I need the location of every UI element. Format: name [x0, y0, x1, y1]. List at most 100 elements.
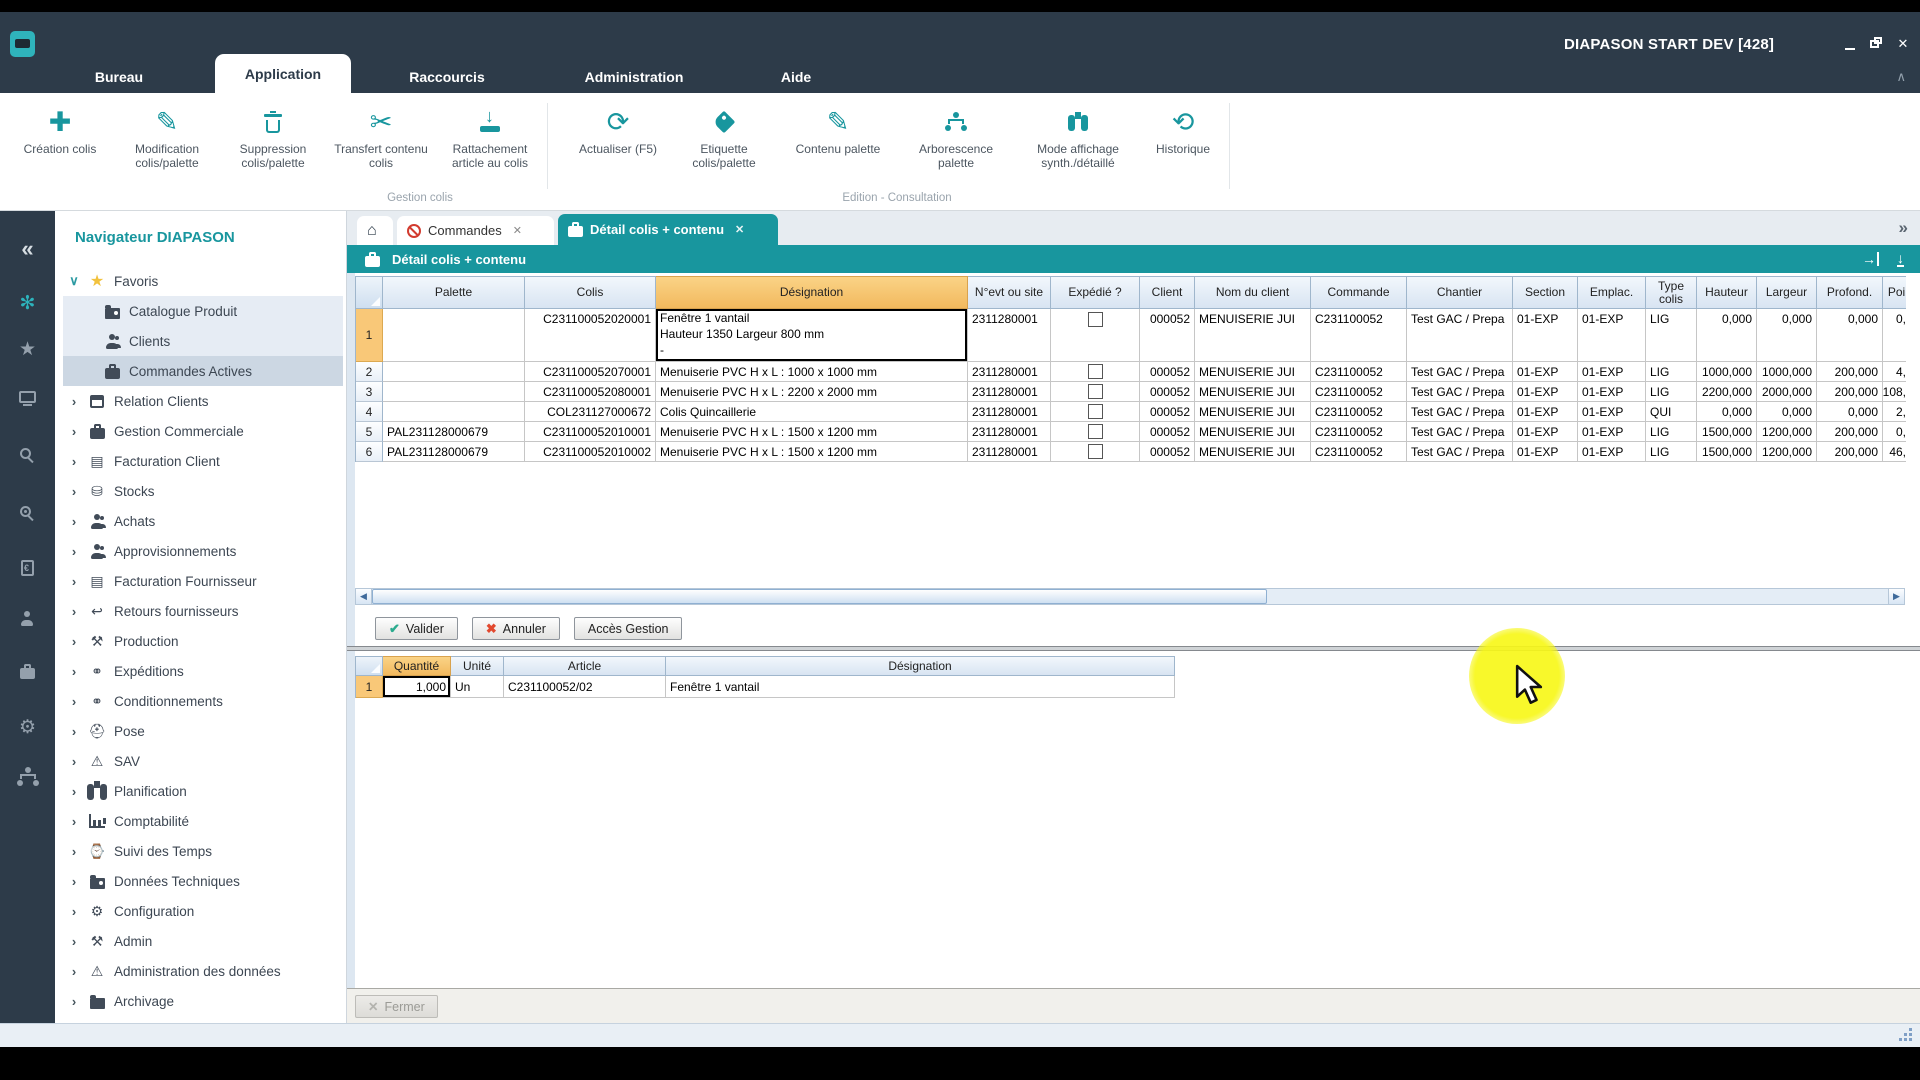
grid-cell[interactable]: Un [451, 676, 504, 698]
export-down-icon[interactable]: ↓ [1897, 252, 1904, 267]
grid-cell[interactable]: 000052 [1140, 309, 1195, 362]
sidebar-item[interactable]: Commandes Actives [63, 356, 343, 386]
grid-cell[interactable]: 0,000 [1817, 402, 1883, 422]
checkbox[interactable] [1088, 424, 1103, 439]
grid-cell[interactable]: C231100052080001 [525, 382, 656, 402]
grid-cell[interactable]: 1000,000 [1697, 362, 1757, 382]
ribbon-item[interactable]: Suppression colis/palette [219, 105, 327, 170]
grid-cell[interactable]: Fenêtre 1 vantail [666, 676, 1175, 698]
chevron-right-icon[interactable]: › [63, 544, 85, 559]
grid-cell[interactable]: Colis Quincaillerie [656, 402, 968, 422]
grid-cell[interactable] [1051, 309, 1140, 362]
row-number-cell[interactable]: 1 [356, 309, 383, 362]
grid-cell[interactable]: 000052 [1140, 422, 1195, 442]
grid-cell[interactable]: C231100052 [1311, 422, 1407, 442]
ribbon-item[interactable]: ⟲Historique [1129, 105, 1237, 156]
grid-cell[interactable]: 2, [1883, 402, 1906, 422]
chevron-right-icon[interactable]: › [63, 604, 85, 619]
checkbox[interactable] [1088, 384, 1103, 399]
grid-cell[interactable]: 01-EXP [1513, 362, 1578, 382]
chevron-right-icon[interactable]: › [63, 964, 85, 979]
sidebar-item[interactable]: ›Gestion Commerciale [63, 416, 343, 446]
chevron-right-icon[interactable]: › [63, 784, 85, 799]
tab-home[interactable]: ⌂ [357, 216, 393, 245]
sidebar-item[interactable]: ›⛁Stocks [63, 476, 343, 506]
grid-cell[interactable]: 2000,000 [1757, 382, 1817, 402]
column-header[interactable]: Hauteur [1697, 276, 1757, 309]
sidebar-item[interactable]: ›Comptabilité [63, 806, 343, 836]
ribbon-item[interactable]: ✂Transfert contenu colis [327, 105, 435, 170]
grid-cell[interactable] [383, 402, 525, 422]
sidebar-item[interactable]: ›⚭Expéditions [63, 656, 343, 686]
sidebar-item[interactable]: ∨★Favoris [63, 266, 343, 296]
chevron-right-icon[interactable]: › [63, 574, 85, 589]
goto-last-icon[interactable]: → [1862, 252, 1879, 266]
grid-cell[interactable]: 01-EXP [1578, 422, 1646, 442]
grid-cell[interactable]: LIG [1646, 362, 1697, 382]
column-header[interactable]: Emplac. [1578, 276, 1646, 309]
grid-cell[interactable]: Test GAC / Prepa [1407, 402, 1513, 422]
sidebar-item[interactable]: ›Archivage [63, 986, 343, 1016]
rail-search[interactable] [0, 442, 55, 468]
grid-cell[interactable]: LIG [1646, 309, 1697, 362]
grid-cell[interactable]: Test GAC / Prepa [1407, 382, 1513, 402]
menu-tab-aide[interactable]: Aide [756, 61, 836, 93]
grid-cell[interactable]: PAL231128000679 [383, 442, 525, 462]
grid-cell[interactable]: 200,000 [1817, 422, 1883, 442]
grid-cell[interactable]: Menuiserie PVC H x L : 1500 x 1200 mm [656, 442, 968, 462]
chevron-right-icon[interactable]: › [63, 874, 85, 889]
grid-cell[interactable]: C231100052010001 [525, 422, 656, 442]
chevron-right-icon[interactable]: › [63, 724, 85, 739]
chevron-right-icon[interactable]: › [63, 664, 85, 679]
grid-cell[interactable]: 01-EXP [1513, 382, 1578, 402]
grid-cell[interactable]: 0, [1883, 309, 1906, 362]
sidebar-item[interactable]: ›⛑Pose [63, 716, 343, 746]
sidebar-item[interactable]: ›Achats [63, 506, 343, 536]
rail-desktop[interactable] [0, 386, 55, 412]
rail-search-location[interactable] [0, 500, 55, 526]
menu-tab-bureau[interactable]: Bureau [59, 61, 179, 93]
grid-cell[interactable]: 1500,000 [1697, 442, 1757, 462]
grid-cell[interactable]: 01-EXP [1578, 309, 1646, 362]
grid-cell[interactable]: 200,000 [1817, 382, 1883, 402]
valider-button[interactable]: ✔ Valider [375, 617, 458, 640]
grid-cell[interactable]: 000052 [1140, 382, 1195, 402]
fermer-button[interactable]: ✕ Fermer [355, 995, 438, 1018]
rail-dashboard[interactable]: ✻ [0, 290, 55, 316]
grid-cell[interactable]: 0,000 [1757, 309, 1817, 362]
row-number-cell[interactable]: 3 [356, 382, 383, 402]
grid-cell[interactable]: Menuiserie PVC H x L : 1000 x 1000 mm [656, 362, 968, 382]
sidebar-item[interactable]: ›▤Facturation Fournisseur [63, 566, 343, 596]
grid-cell[interactable]: Menuiserie PVC H x L : 2200 x 2000 mm [656, 382, 968, 402]
grid-cell[interactable] [1051, 382, 1140, 402]
sidebar-item[interactable]: ›⚠Administration des données [63, 956, 343, 986]
grid-cell[interactable]: 1000,000 [1757, 362, 1817, 382]
grid-cell[interactable]: COL231127000672 [525, 402, 656, 422]
column-header[interactable]: Chantier [1407, 276, 1513, 309]
ribbon-item[interactable]: Mode affichage synth./détaillé [1024, 105, 1132, 170]
minimize-button[interactable] [1840, 35, 1860, 53]
sidebar-item[interactable]: ›Relation Clients [63, 386, 343, 416]
column-header[interactable]: Client [1140, 276, 1195, 309]
close-icon[interactable]: ✕ [735, 223, 744, 236]
grid-cell[interactable]: C231100052070001 [525, 362, 656, 382]
chevron-right-icon[interactable]: › [63, 694, 85, 709]
ribbon-item[interactable]: Etiquette colis/palette [670, 105, 778, 170]
chevron-right-icon[interactable]: › [63, 514, 85, 529]
grid-cell[interactable] [1051, 402, 1140, 422]
rail-collapse-left[interactable]: « [0, 236, 55, 262]
column-header[interactable]: Type colis [1646, 276, 1697, 309]
grid-cell[interactable]: 0,000 [1697, 402, 1757, 422]
grid-cell[interactable]: Fenêtre 1 vantailHauteur 1350 Largeur 80… [656, 309, 968, 362]
grid-cell[interactable]: 01-EXP [1578, 442, 1646, 462]
grid-cell[interactable]: MENUISERIE JUI [1195, 402, 1311, 422]
chevron-right-icon[interactable]: › [63, 484, 85, 499]
grid-cell[interactable]: PAL231128000679 [383, 422, 525, 442]
grid-cell[interactable]: 000052 [1140, 442, 1195, 462]
grid-cell[interactable]: MENUISERIE JUI [1195, 382, 1311, 402]
close-button[interactable]: ✕ [1893, 35, 1913, 53]
grid-cell[interactable]: 01-EXP [1578, 382, 1646, 402]
grid-cell[interactable]: 1500,000 [1697, 422, 1757, 442]
rail-settings[interactable]: ⚙ [0, 714, 55, 740]
grid-cell[interactable]: C231100052/02 [504, 676, 666, 698]
